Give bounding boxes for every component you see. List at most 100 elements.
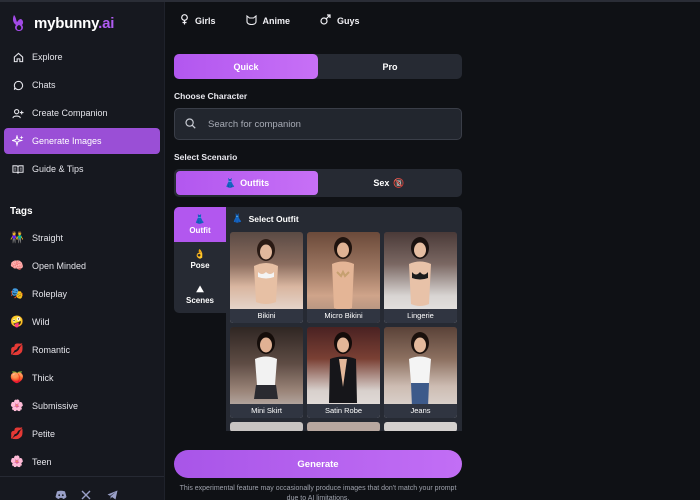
side-tab-label: Pose: [190, 261, 210, 270]
select-scenario-label: Select Scenario: [174, 152, 238, 162]
nav-item-label: Explore: [32, 52, 63, 62]
social-links: [55, 490, 119, 500]
lips-emoji-icon: 💋: [10, 428, 24, 440]
lips-emoji-icon: 💋: [10, 344, 24, 356]
side-tab-pose[interactable]: 👌 Pose: [174, 242, 226, 277]
side-tab-scenes[interactable]: ⛰ Scenes: [174, 277, 226, 312]
book-icon: [12, 163, 24, 175]
outfit-card-partial[interactable]: [384, 422, 457, 431]
tag-open-minded[interactable]: 🧠 Open Minded: [10, 252, 160, 280]
mode-toggle: Quick Pro: [174, 54, 462, 79]
dress-emoji-icon: 👗: [232, 213, 243, 223]
blossom-emoji-icon: 🌸: [10, 400, 24, 412]
category-label: Anime: [262, 15, 291, 26]
dress-emoji-icon: 👗: [194, 214, 206, 224]
ok-hand-emoji-icon: 👌: [194, 249, 206, 259]
telegram-icon[interactable]: [107, 490, 119, 500]
category-anime[interactable]: Anime: [245, 14, 291, 27]
nav-item-label: Guide & Tips: [32, 164, 84, 174]
tag-wild[interactable]: 🤪 Wild: [10, 308, 160, 336]
tag-label: Roleplay: [32, 289, 68, 299]
sparkle-icon: [12, 135, 24, 147]
outfit-card-jeans[interactable]: Jeans: [384, 327, 457, 418]
tag-label: Straight: [32, 233, 64, 243]
dress-emoji-icon: 👗: [224, 177, 237, 188]
peach-emoji-icon: 🍑: [10, 372, 24, 384]
outfit-label: Mini Skirt: [230, 404, 303, 418]
nav-item-label: Create Companion: [32, 108, 108, 118]
male-icon: [320, 14, 331, 27]
outfit-card-partial[interactable]: [307, 422, 380, 431]
tag-label: Open Minded: [32, 261, 87, 271]
generate-button[interactable]: Generate: [174, 450, 462, 478]
category-girls[interactable]: Girls: [180, 14, 216, 27]
scenario-sex-button[interactable]: Sex 🔞: [318, 171, 460, 195]
logo[interactable]: mybunny.ai: [10, 14, 114, 32]
mountain-emoji-icon: ⛰: [196, 284, 204, 294]
nav-item-generate-images[interactable]: Generate Images: [4, 128, 160, 154]
outfit-label: Satin Robe: [307, 404, 380, 418]
scenario-outfits-button[interactable]: 👗 Outfits: [176, 171, 318, 195]
tag-petite[interactable]: 💋 Petite: [10, 420, 160, 448]
companion-search[interactable]: [174, 108, 462, 140]
category-guys[interactable]: Guys: [320, 14, 360, 27]
scenario-label: Outfits: [240, 178, 270, 188]
discord-icon[interactable]: [55, 490, 67, 500]
bunny-logo-icon: [10, 14, 28, 32]
tag-label: Wild: [32, 317, 50, 327]
x-twitter-icon[interactable]: [81, 490, 93, 500]
outfit-card-mini-skirt[interactable]: Mini Skirt: [230, 327, 303, 418]
tag-label: Teen: [32, 457, 52, 467]
side-tab-label: Outfit: [189, 226, 211, 235]
side-tab-outfit[interactable]: 👗 Outfit: [174, 207, 226, 242]
nav-item-explore[interactable]: Explore: [4, 44, 160, 70]
outfit-card-bikini[interactable]: Bikini: [230, 232, 303, 323]
tag-submissive[interactable]: 🌸 Submissive: [10, 392, 160, 420]
chat-bubble-icon: [12, 79, 24, 91]
mode-pro-button[interactable]: Pro: [318, 54, 462, 79]
tag-roleplay[interactable]: 🎭 Roleplay: [10, 280, 160, 308]
tag-teen[interactable]: 🌸 Teen: [10, 448, 160, 476]
outfit-card-satin-robe[interactable]: Satin Robe: [307, 327, 380, 418]
couple-emoji-icon: 👫: [10, 232, 24, 244]
category-label: Girls: [195, 15, 216, 26]
nav-item-create-companion[interactable]: Create Companion: [4, 100, 160, 126]
choose-character-label: Choose Character: [174, 91, 248, 101]
outfit-grid-container: 👗 Select Outfit Bikini Micro Bikini Ling…: [226, 207, 462, 431]
tag-straight[interactable]: 👫 Straight: [10, 224, 160, 252]
outfit-label: Bikini: [230, 309, 303, 323]
tag-romantic[interactable]: 💋 Romantic: [10, 336, 160, 364]
outfit-grid: Bikini Micro Bikini Lingerie Mini Skirt …: [230, 232, 458, 431]
tag-list: 👫 Straight 🧠 Open Minded 🎭 Roleplay 🤪 Wi…: [10, 224, 160, 476]
outfit-label: Micro Bikini: [307, 309, 380, 323]
select-outfit-heading: 👗 Select Outfit: [232, 213, 458, 224]
nav-item-guide-tips[interactable]: Guide & Tips: [4, 156, 160, 182]
nav-item-chats[interactable]: Chats: [4, 72, 160, 98]
masks-emoji-icon: 🎭: [10, 288, 24, 300]
brand-name: mybunny.ai: [34, 14, 115, 32]
female-icon: [180, 14, 189, 27]
scenario-label: Sex: [373, 178, 390, 188]
blossom-emoji-icon: 🌸: [10, 456, 24, 468]
tag-label: Romantic: [32, 345, 71, 355]
tag-label: Submissive: [32, 401, 79, 411]
outfit-card-lingerie[interactable]: Lingerie: [384, 232, 457, 323]
tag-label: Thick: [32, 373, 54, 383]
main-nav: Explore Chats Create Companion Generate …: [4, 44, 160, 184]
nav-item-label: Generate Images: [32, 136, 102, 146]
outfit-label: Jeans: [384, 404, 457, 418]
tags-heading: Tags: [10, 206, 33, 217]
mode-quick-button[interactable]: Quick: [174, 54, 318, 79]
compass-icon: [12, 51, 24, 63]
category-nav: Girls Anime Guys: [180, 14, 360, 27]
add-user-icon: [12, 107, 24, 119]
outfit-card-partial[interactable]: [230, 422, 303, 431]
outfit-card-micro-bikini[interactable]: Micro Bikini: [307, 232, 380, 323]
scenario-toggle: 👗 Outfits Sex 🔞: [174, 169, 462, 197]
outfit-label: Lingerie: [384, 309, 457, 323]
search-icon: [185, 117, 196, 131]
search-input[interactable]: [208, 118, 438, 130]
zany-face-emoji-icon: 🤪: [10, 316, 24, 328]
side-tab-label: Scenes: [185, 296, 215, 305]
tag-thick[interactable]: 🍑 Thick: [10, 364, 160, 392]
